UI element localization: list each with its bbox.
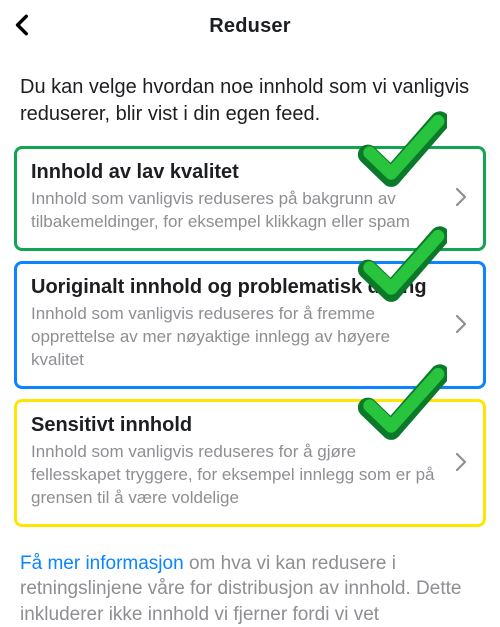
chevron-right-icon	[453, 313, 469, 335]
chevron-right-icon	[453, 186, 469, 208]
item-title: Innhold av lav kvalitet	[31, 161, 443, 184]
footer-text: Få mer informasjon om hva vi kan reduser…	[0, 537, 500, 627]
page-title: Reduser	[209, 15, 290, 38]
item-title: Sensitivt innhold	[31, 414, 443, 437]
item-unoriginal[interactable]: Uoriginalt innhold og problematisk delin…	[14, 261, 486, 389]
settings-list: Innhold av lav kvalitet Innhold som vanl…	[0, 146, 500, 527]
item-content: Uoriginalt innhold og problematisk delin…	[31, 276, 443, 372]
header: Reduser	[0, 0, 500, 52]
item-content: Sensitivt innhold Innhold som vanligvis …	[31, 414, 443, 510]
intro-text: Du kan velge hvordan noe innhold som vi …	[0, 52, 500, 146]
item-desc: Innhold som vanligvis reduseres på bakgr…	[31, 188, 443, 234]
chevron-right-icon	[453, 451, 469, 473]
item-title: Uoriginalt innhold og problematisk delin…	[31, 276, 443, 299]
learn-more-link[interactable]: Få mer informasjon	[20, 553, 184, 574]
item-content: Innhold av lav kvalitet Innhold som vanl…	[31, 161, 443, 234]
item-desc: Innhold som vanligvis reduseres for å fr…	[31, 303, 443, 372]
back-button[interactable]	[10, 12, 36, 38]
item-desc: Innhold som vanligvis reduseres for å gj…	[31, 441, 443, 510]
item-sensitive[interactable]: Sensitivt innhold Innhold som vanligvis …	[14, 399, 486, 527]
chevron-left-icon	[10, 12, 36, 38]
item-low-quality[interactable]: Innhold av lav kvalitet Innhold som vanl…	[14, 146, 486, 251]
